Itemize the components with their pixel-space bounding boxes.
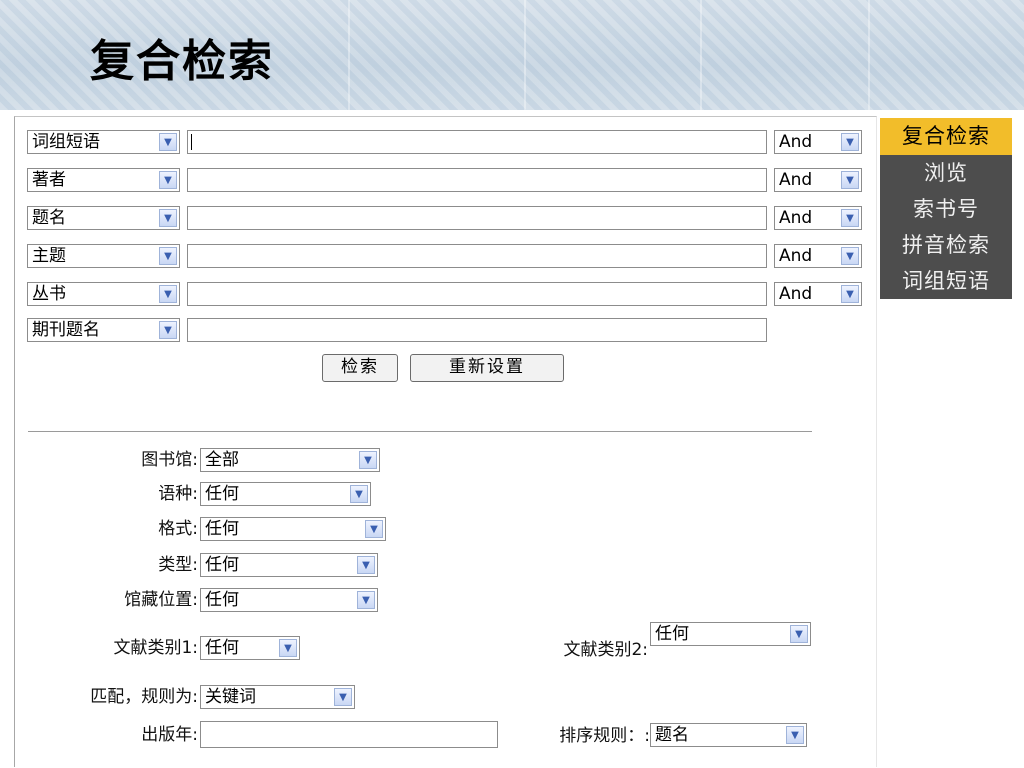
page-title: 复合检索 — [90, 36, 274, 87]
nav-item-advanced-search[interactable]: 复合检索 — [880, 118, 1012, 155]
language-select[interactable]: 任何 ▼ — [200, 482, 371, 506]
type-label: 类型: — [158, 555, 198, 575]
library-select-value: 全部 — [205, 450, 239, 470]
type-select[interactable]: 任何 ▼ — [200, 553, 378, 577]
bool-select-value: And — [779, 284, 813, 304]
location-select[interactable]: 任何 ▼ — [200, 588, 378, 612]
field-select-4[interactable]: 主题 ▼ — [27, 244, 180, 268]
bool-select-value: And — [779, 132, 813, 152]
search-term-input-1[interactable] — [187, 130, 767, 154]
field-select-value: 主题 — [32, 246, 66, 266]
search-button[interactable]: 检索 — [322, 354, 398, 382]
chevron-down-icon: ▼ — [357, 591, 375, 609]
pub-year-input[interactable] — [200, 721, 498, 748]
nav-item-phrase[interactable]: 词组短语 — [880, 264, 1012, 299]
library-label: 图书馆: — [141, 450, 198, 470]
field-select-5[interactable]: 丛书 ▼ — [27, 282, 180, 306]
text-caret — [191, 134, 192, 150]
doc-type2-select[interactable]: 任何 ▼ — [650, 622, 811, 646]
language-label: 语种: — [158, 484, 198, 504]
match-label: 匹配，规则为: — [90, 687, 198, 707]
chevron-down-icon: ▼ — [359, 451, 377, 469]
field-select-value: 题名 — [32, 208, 66, 228]
chevron-down-icon: ▼ — [841, 247, 859, 265]
doc-type1-label: 文献类别1: — [113, 638, 198, 658]
bool-select-1[interactable]: And ▼ — [774, 130, 862, 154]
banner-divider — [868, 0, 870, 110]
sort-select-value: 题名 — [655, 725, 689, 745]
search-term-input-4[interactable] — [187, 244, 767, 268]
chevron-down-icon: ▼ — [159, 171, 177, 189]
chevron-down-icon: ▼ — [786, 726, 804, 744]
bool-select-2[interactable]: And ▼ — [774, 168, 862, 192]
field-select-3[interactable]: 题名 ▼ — [27, 206, 180, 230]
format-select[interactable]: 任何 ▼ — [200, 517, 386, 541]
doc-type2-label: 文献类别2: — [563, 640, 648, 660]
side-nav: 复合检索 浏览 索书号 拼音检索 词组短语 — [880, 118, 1012, 299]
chevron-down-icon: ▼ — [841, 171, 859, 189]
field-select-1[interactable]: 词组短语 ▼ — [27, 130, 180, 154]
chevron-down-icon: ▼ — [279, 639, 297, 657]
nav-item-browse[interactable]: 浏览 — [880, 155, 1012, 192]
chevron-down-icon: ▼ — [841, 133, 859, 151]
bool-select-5[interactable]: And ▼ — [774, 282, 862, 306]
banner-divider — [348, 0, 350, 110]
reset-button[interactable]: 重新设置 — [410, 354, 564, 382]
search-term-input-2[interactable] — [187, 168, 767, 192]
chevron-down-icon: ▼ — [159, 285, 177, 303]
field-select-value: 期刊题名 — [32, 320, 100, 340]
chevron-down-icon: ▼ — [159, 247, 177, 265]
field-select-6[interactable]: 期刊题名 ▼ — [27, 318, 180, 342]
chevron-down-icon: ▼ — [841, 209, 859, 227]
search-term-input-5[interactable] — [187, 282, 767, 306]
field-select-value: 著者 — [32, 170, 66, 190]
header-banner: 复合检索 — [0, 0, 1024, 110]
search-term-input-3[interactable] — [187, 206, 767, 230]
field-select-2[interactable]: 著者 ▼ — [27, 168, 180, 192]
chevron-down-icon: ▼ — [350, 485, 368, 503]
search-term-input-6[interactable] — [187, 318, 767, 342]
nav-item-pinyin-search[interactable]: 拼音检索 — [880, 227, 1012, 264]
location-select-value: 任何 — [205, 590, 239, 610]
chevron-down-icon: ▼ — [357, 556, 375, 574]
doc-type2-select-value: 任何 — [655, 624, 689, 644]
chevron-down-icon: ▼ — [159, 321, 177, 339]
doc-type1-select-value: 任何 — [205, 638, 239, 658]
section-divider — [28, 431, 812, 432]
type-select-value: 任何 — [205, 555, 239, 575]
language-select-value: 任何 — [205, 484, 239, 504]
chevron-down-icon: ▼ — [365, 520, 383, 538]
sort-label: 排序规则：: — [559, 726, 650, 746]
location-label: 馆藏位置: — [124, 590, 198, 610]
match-select[interactable]: 关键词 ▼ — [200, 685, 355, 709]
banner-divider — [524, 0, 526, 110]
match-select-value: 关键词 — [205, 687, 256, 707]
field-select-value: 词组短语 — [32, 132, 100, 152]
chevron-down-icon: ▼ — [790, 625, 808, 643]
field-select-value: 丛书 — [32, 284, 66, 304]
pub-year-label: 出版年: — [141, 725, 198, 745]
bool-select-4[interactable]: And ▼ — [774, 244, 862, 268]
sort-select[interactable]: 题名 ▼ — [650, 723, 807, 747]
bool-select-value: And — [779, 208, 813, 228]
chevron-down-icon: ▼ — [841, 285, 859, 303]
format-label: 格式: — [158, 519, 198, 539]
doc-type1-select[interactable]: 任何 ▼ — [200, 636, 300, 660]
library-select[interactable]: 全部 ▼ — [200, 448, 380, 472]
chevron-down-icon: ▼ — [159, 133, 177, 151]
bool-select-value: And — [779, 246, 813, 266]
chevron-down-icon: ▼ — [159, 209, 177, 227]
chevron-down-icon: ▼ — [334, 688, 352, 706]
format-select-value: 任何 — [205, 519, 239, 539]
bool-select-3[interactable]: And ▼ — [774, 206, 862, 230]
bool-select-value: And — [779, 170, 813, 190]
nav-item-call-number[interactable]: 索书号 — [880, 192, 1012, 227]
banner-divider — [700, 0, 702, 110]
